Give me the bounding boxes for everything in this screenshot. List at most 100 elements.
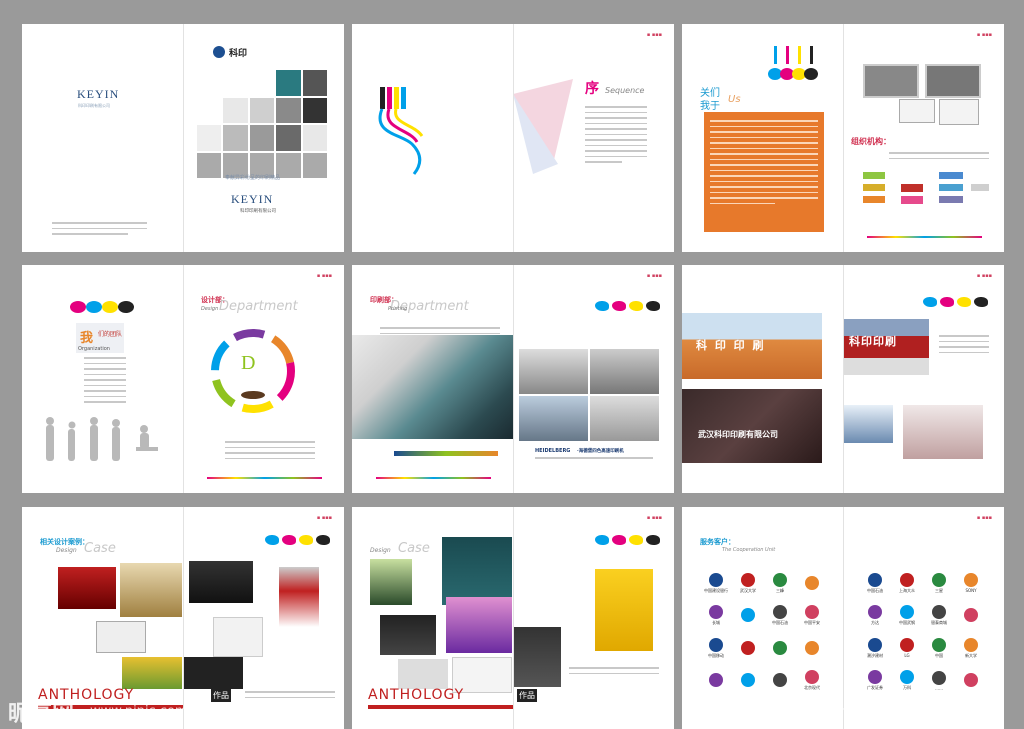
client-left-logo-mark — [805, 605, 819, 620]
client-right-logo-label: SONY — [965, 588, 977, 594]
cases-title-en2: Case — [84, 541, 116, 556]
client-right-logo: 新大学 — [957, 634, 985, 663]
client-right-logo: 上海大众 — [893, 569, 921, 598]
client-right-logo-mark — [964, 637, 978, 652]
client-left-logo — [798, 569, 826, 598]
client-right-logo-mark — [932, 670, 946, 685]
signboard-text: 科印印刷 — [849, 335, 897, 348]
client-left-logo-mark — [773, 640, 787, 655]
color-bar — [867, 236, 982, 238]
sequence-text — [585, 106, 647, 167]
clients-page-right: ▪ ▪▪▪ 中国石油 上海大众 三星 SONY 方达 中国武钢 银泰商城 潮汐建材 LG 中国 新大… — [843, 507, 1004, 729]
case-book — [96, 621, 146, 653]
spread-team: 我 们的团队 Organization ▪ ▪▪▪ 设计部： Departmen… — [22, 265, 344, 493]
certificate-photo-2 — [925, 64, 981, 98]
client-left-logo-mark — [773, 673, 787, 688]
client-left-logo-label: 长城 — [712, 620, 720, 626]
client-right-logo: 中国石油 — [861, 569, 889, 598]
spread-sequence: ▪ ▪▪▪ 序 Sequence — [352, 24, 674, 252]
client-left-logo — [798, 634, 826, 663]
client-right-logo-label: 万科 — [903, 685, 911, 691]
company-name: 科印印刷有限公司 — [240, 209, 276, 214]
team-text — [84, 357, 126, 407]
org-chart — [853, 168, 993, 223]
about-text-panel — [704, 112, 824, 232]
clients-page-left: 服务客户： The Cooperation Unit 中国建设银行 武汉大学 三峰长… — [682, 507, 843, 729]
slogan: 奉献异彩纷呈的印刷精品 — [225, 175, 281, 181]
client-right-logo-label: 中国 — [935, 652, 943, 658]
client-right-logo-label: 银泰商城 — [931, 620, 947, 626]
client-left-logo-mark — [741, 640, 755, 655]
client-left-logo: 中国石油 — [766, 602, 794, 631]
svg-text:D: D — [241, 352, 255, 374]
org-title: 组织机构： — [851, 137, 891, 146]
certificate-doc-2 — [939, 99, 979, 125]
brand-subtitle: 科印印刷有限公司 — [78, 103, 110, 108]
printing-page: 印刷部： Department Printing — [352, 265, 513, 493]
client-left-logo — [766, 634, 794, 663]
heidelberg-desc: ·海德堡四色高速印刷机 — [577, 449, 624, 454]
client-left-logo-mark — [709, 673, 723, 688]
works2-label: 作品 — [517, 689, 537, 702]
client-right-logo — [957, 602, 985, 631]
client-right-logo-mark — [868, 572, 882, 587]
client-left-logo: 北京现代 — [798, 667, 826, 696]
client-right-logo-mark — [868, 670, 882, 685]
client-left-logo-label: 中国平安 — [804, 620, 820, 626]
client-left-logo-mark — [805, 640, 819, 655]
company-photos-page: 科 印 印 刷 武汉科印印刷有限公司 — [682, 265, 843, 493]
watermark-logo: 昵享网 — [8, 702, 75, 727]
client-right-logo-mark — [932, 572, 946, 587]
printing-label: Printing — [388, 306, 408, 312]
works-label: 作品 — [211, 689, 231, 702]
client-right-logo-label: 广发证券 — [867, 685, 883, 691]
client-right-logo: 中国武钢 — [893, 602, 921, 631]
client-left-logo: 中国平安 — [798, 602, 826, 631]
watermark-url: www.nipic.com — [90, 704, 188, 719]
client-left-logo-mark — [805, 575, 819, 590]
ink-dots — [595, 301, 660, 311]
design-label: Design — [201, 306, 219, 312]
client-right-logo-mark — [964, 608, 978, 623]
client-right-logo: 银泰商城 — [925, 602, 953, 631]
printing-press-photo — [352, 335, 513, 439]
page-header: ▪ ▪▪▪ — [976, 273, 992, 279]
cases2-title-en1: Design — [370, 547, 391, 554]
page-header: ▪ ▪▪▪ — [976, 515, 992, 521]
case-notebook — [380, 615, 436, 655]
client-right-logo: 潮汐建材 — [861, 634, 889, 663]
anthology2-bar — [368, 705, 513, 709]
cover-image-grid — [197, 70, 327, 178]
client-left-logo-mark — [741, 608, 755, 623]
spread-company: 科 印 印 刷 武汉科印印刷有限公司 ▪ ▪▪▪ 科印印刷 — [682, 265, 1004, 493]
certificate-doc — [899, 99, 935, 123]
cases-title-en1: Design — [56, 547, 77, 554]
about-title-en: Us — [728, 94, 741, 105]
cases2-page-right: ▪ ▪▪▪ 作品 — [513, 507, 674, 729]
client-right-logo-mark — [900, 670, 914, 685]
ink-splash — [70, 301, 134, 313]
client-left-logo-mark — [773, 605, 787, 620]
design-dept-page: ▪ ▪▪▪ 设计部： Department Design D — [183, 265, 344, 493]
company-bullets — [939, 335, 989, 357]
sequence-title-en: Sequence — [605, 86, 645, 95]
client-left-logo-label: 中国建设银行 — [704, 587, 728, 593]
client-right-logo-mark — [964, 573, 978, 588]
cover-back: KEYIN 科印印刷有限公司 — [22, 24, 183, 252]
client-right-logo-mark — [868, 637, 882, 652]
printing-photo-grid — [519, 349, 659, 441]
organization-page: ▪ ▪▪▪ 组织机构： — [843, 24, 1004, 252]
design-text — [225, 441, 315, 463]
client-left-logo-label: 三峰 — [776, 587, 784, 593]
page-header: ▪ ▪▪▪ — [316, 515, 332, 521]
page-header: ▪ ▪▪▪ — [646, 273, 662, 279]
client-left-logo — [734, 667, 762, 696]
client-left-logo-mark — [709, 637, 723, 652]
sequence-art — [352, 24, 513, 252]
case-yellow-bag — [595, 569, 653, 651]
case-bottle — [122, 657, 182, 689]
case-coffee — [370, 559, 412, 605]
spread-clients: 服务客户： The Cooperation Unit 中国建设银行 武汉大学 三峰长… — [682, 507, 1004, 729]
case-dark-bag — [513, 627, 561, 687]
client-right-logo-mark — [932, 605, 946, 620]
